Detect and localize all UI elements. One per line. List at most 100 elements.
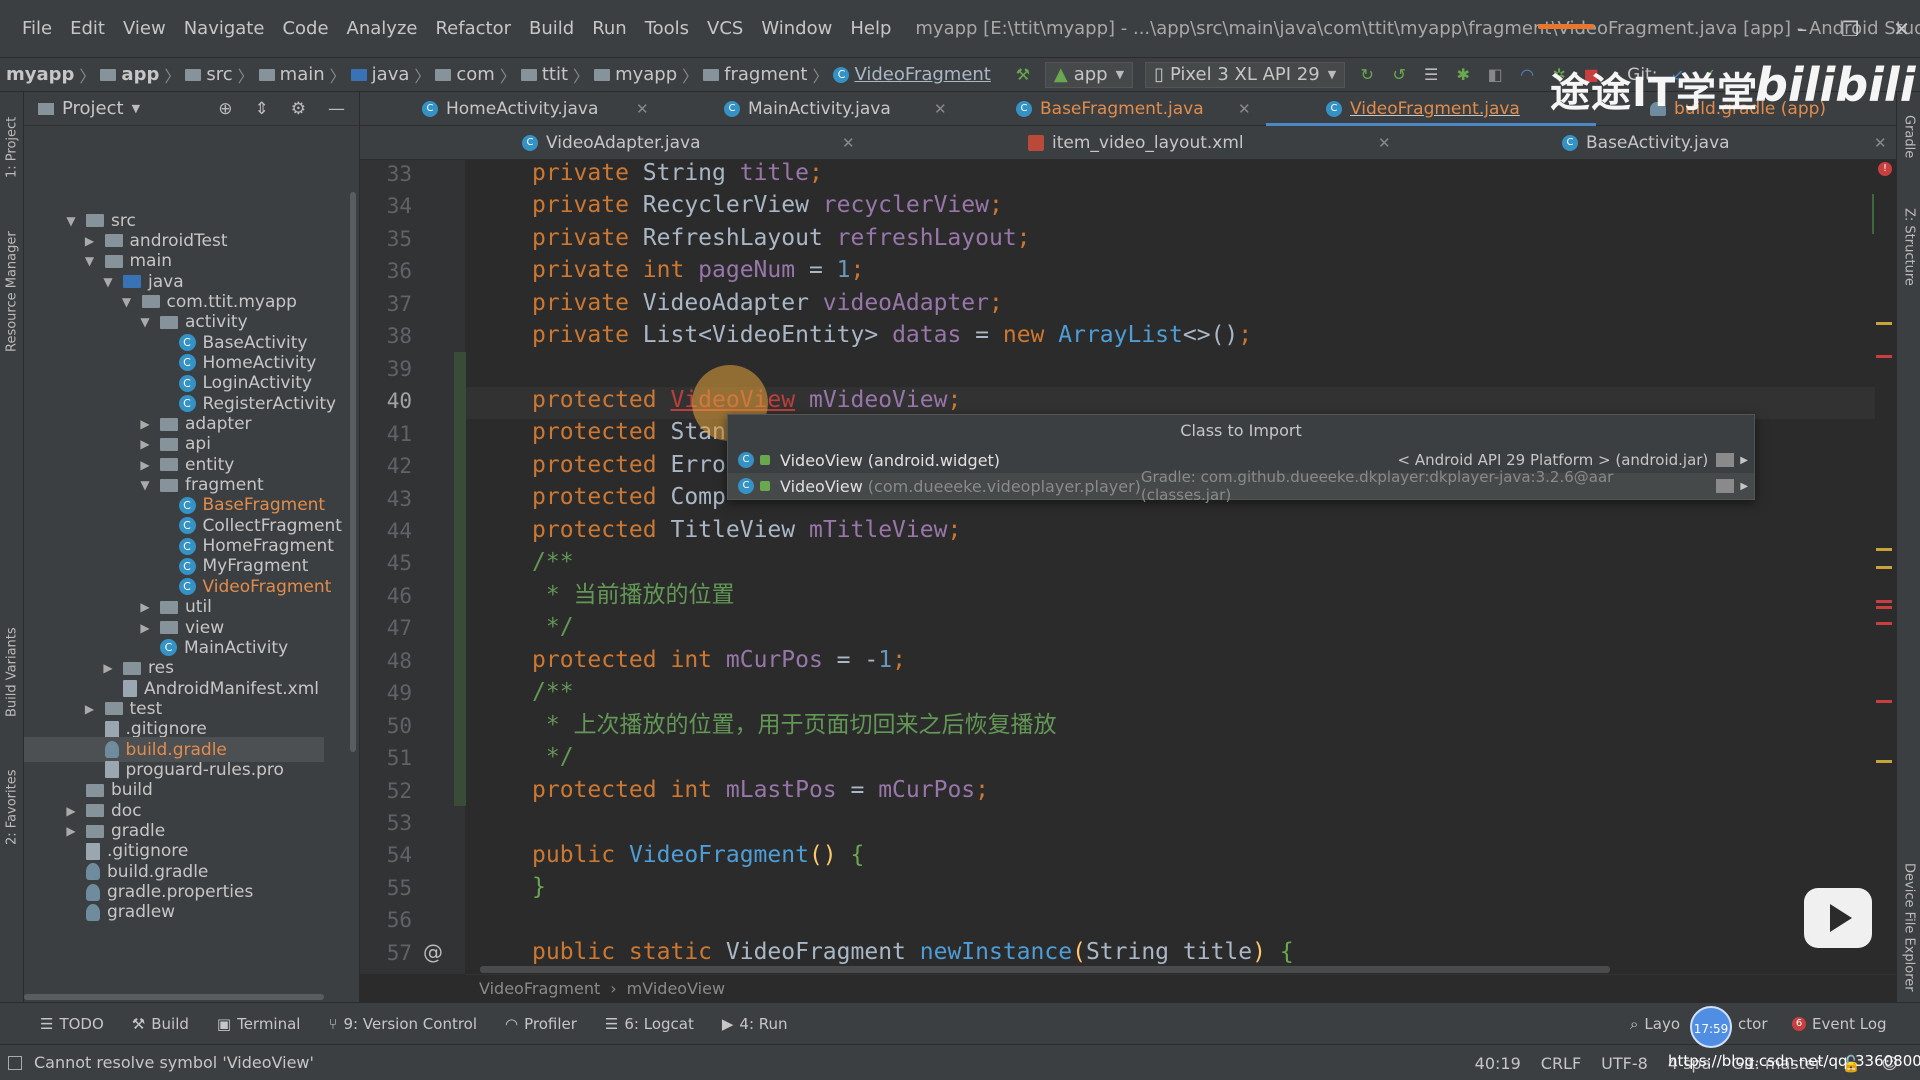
chevron-down-icon[interactable]: ▼ — [138, 315, 152, 329]
favorites-tab[interactable]: 2: Favorites — [0, 752, 24, 862]
chevron-right-icon[interactable]: ▶ — [138, 417, 152, 431]
chevron-right-icon[interactable]: ▶ — [101, 661, 115, 675]
horizontal-scrollbar[interactable] — [480, 966, 1610, 973]
close-tab-icon[interactable]: ✕ — [1874, 134, 1887, 152]
horizontal-scrollbar[interactable] — [24, 994, 324, 1000]
resource-manager-tab[interactable]: Resource Manager — [0, 222, 24, 362]
error-marker[interactable] — [1876, 700, 1892, 703]
tab-videoadapter[interactable]: C VideoAdapter.java ✕ — [522, 126, 855, 160]
menu-vcs[interactable]: VCS — [707, 18, 743, 39]
menu-analyze[interactable]: Analyze — [347, 18, 418, 39]
vertical-scrollbar[interactable] — [350, 192, 356, 752]
tree-item[interactable]: gradlew — [64, 900, 175, 925]
menu-tools[interactable]: Tools — [645, 18, 689, 39]
scroll-marker[interactable] — [1876, 760, 1892, 763]
close-window-icon[interactable]: ✕ — [1893, 17, 1910, 41]
breadcrumb-field[interactable]: mVideoView — [627, 979, 725, 998]
gear-icon[interactable]: ⚙ — [291, 99, 306, 119]
chevron-down-icon[interactable]: ▼ — [120, 295, 134, 309]
file-encoding[interactable]: UTF-8 — [1601, 1054, 1648, 1073]
scroll-marker[interactable] — [1876, 548, 1892, 551]
build-variants-tab[interactable]: Build Variants — [0, 612, 24, 732]
scroll-marker[interactable] — [1876, 322, 1892, 325]
event-log-tool-button[interactable]: 6 Event Log — [1792, 1015, 1887, 1033]
error-marker[interactable] — [1876, 622, 1892, 625]
breadcrumb-src[interactable]: src — [185, 64, 233, 85]
menu-edit[interactable]: Edit — [70, 18, 105, 39]
apply-changes-icon[interactable]: ↻ — [1357, 65, 1377, 85]
run-tool-button[interactable]: ▶ 4: Run — [722, 1015, 788, 1033]
project-view-selector[interactable]: Project — [62, 98, 124, 119]
tab-videofragment[interactable]: C VideoFragment.java — [1326, 92, 1520, 126]
menu-view[interactable]: View — [123, 18, 166, 39]
editor-scroll-thumb[interactable] — [1872, 194, 1892, 234]
breadcrumb-main[interactable]: main — [258, 64, 325, 85]
chevron-right-icon[interactable]: ▶ — [138, 600, 152, 614]
close-tab-icon[interactable]: ✕ — [934, 100, 947, 118]
chevron-down-icon[interactable]: ▼ — [101, 275, 115, 289]
todo-tool-button[interactable]: ☰ TODO — [40, 1015, 104, 1033]
chevron-right-icon[interactable]: ▶ — [83, 234, 97, 248]
chevron-right-icon[interactable]: ▶ — [64, 824, 78, 838]
tab-mainactivity[interactable]: C MainActivity.java ✕ — [724, 92, 947, 126]
build-tool-button[interactable]: ⚒ Build — [132, 1015, 189, 1033]
menu-code[interactable]: Code — [282, 18, 328, 39]
menu-navigate[interactable]: Navigate — [184, 18, 265, 39]
caret-position[interactable]: 40:19 — [1475, 1054, 1521, 1073]
logcat-tool-button[interactable]: ☰ 6: Logcat — [605, 1015, 694, 1033]
device-file-explorer-tab[interactable]: Device File Explorer — [1897, 842, 1920, 1012]
chevron-right-icon[interactable]: ▶ — [83, 702, 97, 716]
breadcrumb-videofragment[interactable]: C VideoFragment — [833, 64, 991, 85]
hide-icon[interactable]: — — [328, 99, 345, 119]
minimize-icon[interactable]: – — [1797, 17, 1807, 41]
close-tab-icon[interactable]: ✕ — [842, 134, 855, 152]
profile-icon[interactable]: ◠ — [1517, 65, 1537, 85]
chevron-right-icon[interactable]: ▶ — [138, 458, 152, 472]
menu-file[interactable]: File — [22, 18, 52, 39]
menu-window[interactable]: Window — [761, 18, 832, 39]
menu-build[interactable]: Build — [529, 18, 574, 39]
run-config-dropdown[interactable]: ▲ app ▼ — [1044, 61, 1134, 88]
breadcrumb-myapp[interactable]: myapp — [6, 64, 74, 85]
error-marker[interactable] — [1876, 606, 1892, 609]
line-separator[interactable]: CRLF — [1541, 1054, 1581, 1073]
gradle-tool-tab[interactable]: Gradle — [1897, 102, 1920, 172]
scroll-marker[interactable] — [1876, 566, 1892, 569]
tab-homeactivity[interactable]: C HomeActivity.java ✕ — [422, 92, 649, 126]
chevron-down-icon[interactable]: ▼ — [64, 214, 78, 228]
breadcrumb-myapp-pkg[interactable]: myapp — [594, 64, 677, 85]
chevron-right-icon[interactable]: ▶ — [138, 621, 152, 635]
chevron-down-icon[interactable]: ▼ — [83, 254, 97, 268]
hammer-icon[interactable]: ⚒ — [1013, 65, 1033, 85]
breadcrumb-app[interactable]: app — [100, 64, 159, 85]
list-icon[interactable]: ☰ — [1421, 65, 1441, 85]
chevron-right-icon[interactable]: ▶ — [138, 437, 152, 451]
project-tool-tab[interactable]: 1: Project — [0, 102, 24, 192]
coverage-icon[interactable]: ◧ — [1485, 65, 1505, 85]
tab-baseactivity[interactable]: C BaseActivity.java ✕ — [1562, 126, 1887, 160]
restore-icon[interactable]: ❐ — [1841, 17, 1859, 41]
breadcrumb-fragment[interactable]: fragment — [703, 64, 807, 85]
close-tab-icon[interactable]: ✕ — [1378, 134, 1391, 152]
chevron-down-icon[interactable]: ▼ — [138, 478, 152, 492]
menu-refactor[interactable]: Refactor — [435, 18, 511, 39]
error-marker[interactable] — [1876, 355, 1892, 358]
menu-run[interactable]: Run — [592, 18, 627, 39]
menu-help[interactable]: Help — [850, 18, 891, 39]
apply-code-changes-icon[interactable]: ↺ — [1389, 65, 1409, 85]
breadcrumb-ttit[interactable]: ttit — [520, 64, 568, 85]
error-indicator-icon[interactable]: ! — [1878, 162, 1892, 176]
breadcrumb-class[interactable]: VideoFragment — [479, 979, 600, 998]
breadcrumb-com[interactable]: com — [435, 64, 495, 85]
device-dropdown[interactable]: ▯ Pixel 3 XL API 29 ▼ — [1145, 61, 1346, 88]
tab-item-video-layout[interactable]: item_video_layout.xml ✕ — [1028, 126, 1391, 160]
tool-windows-toggle-icon[interactable] — [8, 1055, 22, 1070]
debug-icon[interactable]: ✱ — [1453, 65, 1473, 85]
collapse-all-icon[interactable]: ⇕ — [255, 99, 269, 119]
import-option-dkplayer[interactable]: C VideoView (com.dueeeke.videoplayer.pla… — [728, 468, 1754, 504]
version-control-tool-button[interactable]: ⑂ 9: Version Control — [328, 1015, 477, 1033]
locate-icon[interactable]: ⊕ — [218, 99, 232, 119]
error-marker[interactable] — [1876, 600, 1892, 603]
tab-basefragment[interactable]: C BaseFragment.java ✕ — [1016, 92, 1251, 126]
close-tab-icon[interactable]: ✕ — [1238, 100, 1251, 118]
